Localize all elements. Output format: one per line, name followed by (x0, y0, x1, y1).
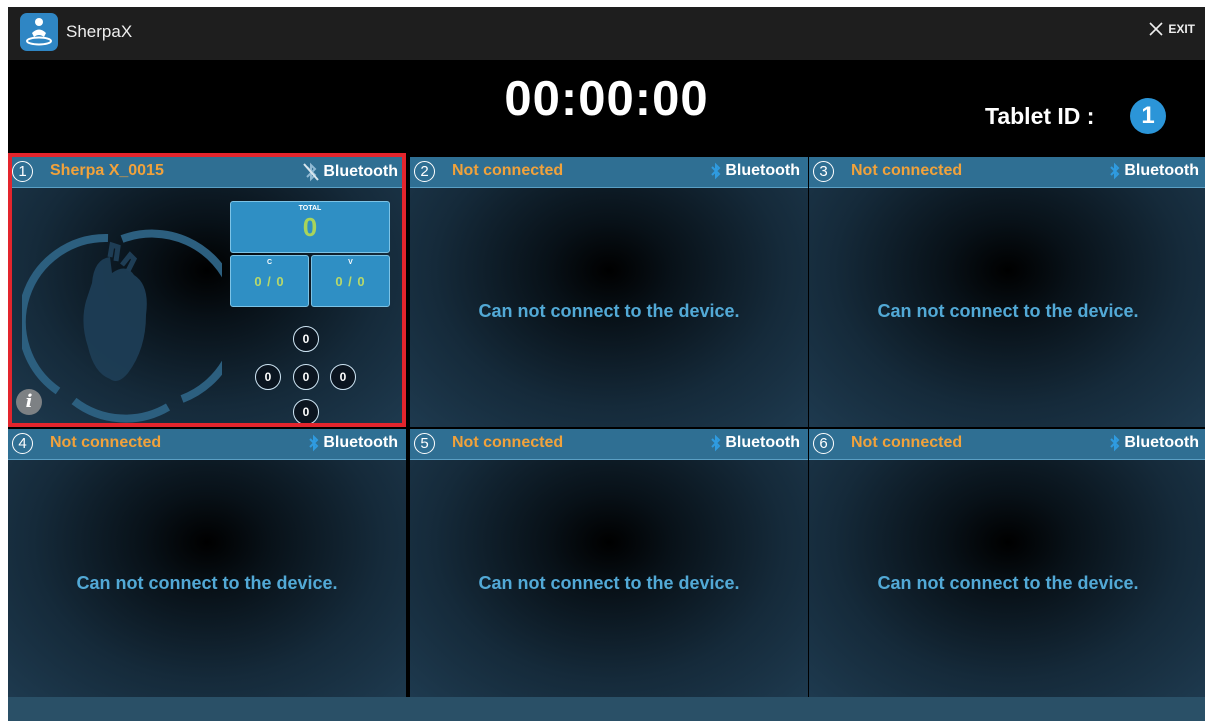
v-value: 0 / 0 (335, 274, 366, 289)
device-panel-2[interactable]: 2 Not connected Bluetooth Can not connec… (410, 157, 808, 427)
panel-number: 1 (12, 161, 33, 182)
indicator-left: 0 (255, 364, 281, 390)
bluetooth-status[interactable]: Bluetooth (1109, 434, 1199, 452)
panel-header: 3 Not connected Bluetooth (809, 157, 1205, 188)
device-panel-4[interactable]: 4 Not connected Bluetooth Can not connec… (8, 429, 406, 699)
total-value: 0 (302, 212, 318, 242)
panel-header: 2 Not connected Bluetooth (410, 157, 808, 188)
bluetooth-label: Bluetooth (1124, 434, 1199, 451)
timer-bar: 00:00:00 Tablet ID : 1 (8, 60, 1205, 157)
panel-header: 1 Sherpa X_0015 Bluetooth (8, 157, 406, 188)
device-panel-3[interactable]: 3 Not connected Bluetooth Can not connec… (809, 157, 1205, 427)
bluetooth-label: Bluetooth (323, 434, 398, 451)
bluetooth-label: Bluetooth (1124, 162, 1199, 179)
indicator-center: 0 (293, 364, 319, 390)
cpr-person-icon (20, 13, 58, 51)
indicator-top: 0 (293, 326, 319, 352)
device-name: Not connected (50, 434, 162, 451)
device-panel-1[interactable]: 1 Sherpa X_0015 Bluetooth TOTAL 0 C 0 / … (8, 157, 406, 427)
panel-header: 6 Not connected Bluetooth (809, 429, 1205, 460)
c-value: 0 / 0 (254, 274, 285, 289)
connection-error-message: Can not connect to the device. (877, 573, 1139, 593)
panel-number: 2 (414, 161, 435, 182)
close-icon (1149, 22, 1163, 36)
indicator-bottom: 0 (293, 399, 319, 425)
app-title: SherpaX (66, 22, 133, 41)
v-label: V (348, 259, 353, 266)
bluetooth-icon (711, 434, 721, 452)
total-label: TOTAL (298, 205, 322, 212)
c-counter: C 0 / 0 (230, 255, 309, 307)
bluetooth-icon (1110, 162, 1120, 180)
bluetooth-label: Bluetooth (725, 434, 800, 451)
app-frame: SherpaX EXIT 00:00:00 Tablet ID : 1 1 Sh… (8, 7, 1205, 721)
bluetooth-icon (711, 162, 721, 180)
c-label: C (266, 259, 273, 266)
bluetooth-status[interactable]: Bluetooth (710, 434, 800, 452)
heart-icon (22, 229, 222, 423)
panel-number: 4 (12, 433, 33, 454)
panel-header: 5 Not connected Bluetooth (410, 429, 808, 460)
v-counter: V 0 / 0 (311, 255, 390, 307)
device-name: Not connected (851, 434, 963, 451)
device-panel-5[interactable]: 5 Not connected Bluetooth Can not connec… (410, 429, 808, 699)
tablet-id-badge: 1 (1130, 98, 1166, 134)
bluetooth-icon (1110, 434, 1120, 452)
total-counter: TOTAL 0 (230, 201, 390, 253)
bluetooth-disabled-icon (303, 162, 320, 182)
bluetooth-label: Bluetooth (323, 163, 398, 180)
indicator-right: 0 (330, 364, 356, 390)
bluetooth-label: Bluetooth (725, 162, 800, 179)
panel-number: 3 (813, 161, 834, 182)
info-icon[interactable]: i (16, 389, 42, 415)
exit-label: EXIT (1168, 22, 1195, 36)
device-panel-6[interactable]: 6 Not connected Bluetooth Can not connec… (809, 429, 1205, 699)
panel-header: 4 Not connected Bluetooth (8, 429, 406, 460)
connection-error-message: Can not connect to the device. (478, 301, 740, 321)
bottom-bar (8, 697, 1205, 721)
device-name: Sherpa X_0015 (50, 162, 164, 179)
device-name: Not connected (452, 434, 564, 451)
bluetooth-icon (309, 434, 319, 452)
title-bar: SherpaX EXIT (8, 7, 1205, 60)
connection-error-message: Can not connect to the device. (478, 573, 740, 593)
tablet-id-label: Tablet ID : (985, 103, 1095, 129)
panel-number: 6 (813, 433, 834, 454)
bluetooth-status[interactable]: Bluetooth (302, 162, 398, 182)
device-name: Not connected (452, 162, 564, 179)
device-name: Not connected (851, 162, 963, 179)
exit-button[interactable]: EXIT (1148, 21, 1195, 37)
bluetooth-status[interactable]: Bluetooth (308, 434, 398, 452)
bluetooth-status[interactable]: Bluetooth (710, 162, 800, 180)
bluetooth-status[interactable]: Bluetooth (1109, 162, 1199, 180)
panel-number: 5 (414, 433, 435, 454)
connection-error-message: Can not connect to the device. (76, 573, 338, 593)
connection-error-message: Can not connect to the device. (877, 301, 1139, 321)
